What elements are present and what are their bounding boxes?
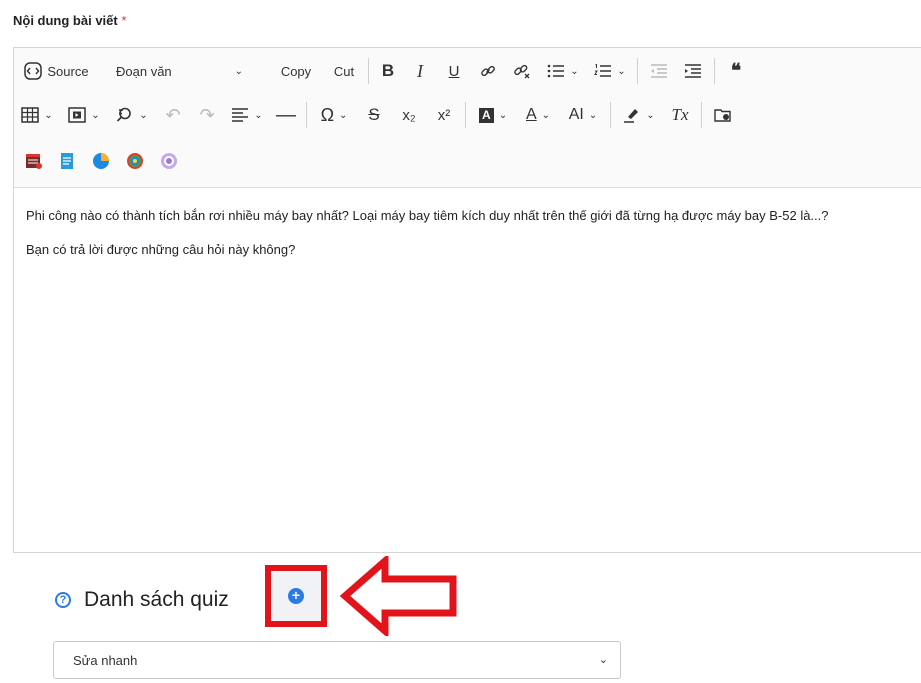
media-embed-icon — [68, 107, 87, 123]
content-paragraph: Phi công nào có thành tích bắn rơi nhiều… — [26, 208, 829, 223]
font-color-button[interactable]: A ⌄ — [516, 100, 560, 130]
editor-toolbar: Source Đoạn văn ⌄ Copy Cut B I U ⌄ ⌄ ❝ ⌄… — [14, 48, 921, 188]
font-size-icon: AI — [568, 106, 584, 123]
copy-button[interactable]: Copy — [268, 56, 324, 86]
table-button[interactable]: ⌄ — [14, 100, 60, 130]
highlight-button[interactable]: ⌄ — [615, 100, 663, 130]
chevron-down-icon: ⌄ — [254, 109, 263, 121]
chevron-down-icon: ⌄ — [339, 109, 348, 121]
unlink-icon — [514, 64, 530, 79]
chevron-down-icon: ⌄ — [570, 65, 579, 77]
video-clip-icon — [26, 154, 42, 169]
bold-button[interactable]: B — [373, 56, 403, 86]
italic-button[interactable]: I — [403, 56, 437, 86]
outdent-icon — [651, 64, 667, 78]
add-quiz-button[interactable]: + — [265, 565, 327, 627]
plus-circle-icon: + — [288, 588, 304, 604]
unlink-button[interactable] — [505, 56, 539, 86]
toolbar-row-3 — [14, 140, 186, 182]
image-manager-icon — [714, 109, 731, 122]
quick-edit-select-value: Sửa nhanh — [73, 652, 138, 668]
content-paragraph: Bạn có trả lời được những câu hỏi này kh… — [26, 242, 296, 257]
media-embed-button[interactable]: ⌄ — [60, 100, 108, 130]
blockquote-button[interactable]: ❝ — [719, 56, 753, 86]
field-label: Nội dung bài viết * — [13, 13, 126, 28]
find-replace-button[interactable]: ⌄ — [108, 100, 156, 130]
quiz-header: ? Danh sách quiz — [55, 585, 229, 615]
toolbar-separator — [610, 102, 611, 128]
plugin-document-button[interactable] — [50, 146, 84, 176]
underline-button[interactable]: U — [437, 56, 471, 86]
link-icon — [481, 65, 495, 77]
document-icon — [61, 153, 73, 169]
toolbar-row-2: ⌄ ⌄ ⌄ ↶ ↷ ⌄ — Ω ⌄ S x₂ x² A ⌄ A ⌄ AI ⌄ ⌄… — [14, 94, 740, 136]
align-left-icon — [232, 108, 249, 122]
plugin-video-button[interactable] — [18, 146, 50, 176]
source-icon — [24, 62, 43, 80]
highlighter-icon — [624, 109, 639, 123]
toolbar-separator — [465, 102, 466, 128]
toolbar-separator — [368, 58, 369, 84]
numbered-list-button[interactable]: ⌄ — [587, 56, 633, 86]
undo-button[interactable]: ↶ — [156, 100, 190, 130]
paragraph-format-label: Đoạn văn — [116, 63, 172, 79]
source-button[interactable]: Source — [14, 56, 98, 86]
font-color-icon: A — [525, 106, 537, 123]
required-mark: * — [121, 13, 127, 28]
chevron-down-icon: ⌄ — [541, 109, 551, 121]
subscript-button[interactable]: x₂ — [391, 100, 427, 130]
chevron-down-icon: ⌄ — [598, 654, 608, 666]
redo-button[interactable]: ↷ — [190, 100, 224, 130]
help-icon[interactable]: ? — [55, 592, 71, 608]
plugin-chart-button[interactable] — [84, 146, 118, 176]
link-button[interactable] — [471, 56, 505, 86]
chevron-down-icon: ⌄ — [588, 109, 598, 121]
chevron-down-icon: ⌄ — [617, 65, 626, 77]
find-replace-icon — [117, 107, 132, 122]
cut-button[interactable]: Cut — [324, 56, 364, 86]
background-color-icon: A — [478, 107, 494, 123]
source-label: Source — [47, 63, 89, 79]
poll-icon — [161, 153, 177, 169]
plugin-poll-button[interactable] — [152, 146, 186, 176]
ckfinder-button[interactable] — [706, 100, 740, 130]
toolbar-separator — [701, 102, 702, 128]
chevron-down-icon: ⌄ — [498, 109, 508, 121]
toolbar-row-1: Source Đoạn văn ⌄ Copy Cut B I U ⌄ ⌄ ❝ — [14, 50, 753, 92]
background-color-button[interactable]: A ⌄ — [470, 100, 516, 130]
quick-edit-select[interactable]: Sửa nhanh ⌄ — [53, 641, 621, 679]
bulleted-list-icon — [547, 64, 565, 78]
chevron-down-icon: ⌄ — [139, 109, 148, 121]
toolbar-separator — [637, 58, 638, 84]
pie-chart-icon — [93, 153, 109, 169]
strikethrough-button[interactable]: S — [357, 100, 391, 130]
indent-icon — [685, 64, 701, 78]
toolbar-separator — [714, 58, 715, 84]
remove-format-button[interactable]: Tx — [663, 100, 697, 130]
toolbar-separator — [306, 102, 307, 128]
numbered-list-icon — [594, 64, 612, 77]
chevron-down-icon: ⌄ — [646, 109, 655, 121]
paragraph-format-dropdown[interactable]: Đoạn văn ⌄ — [98, 56, 268, 86]
annotation-arrow-icon — [340, 556, 457, 636]
survey-icon — [127, 153, 143, 169]
editor-content-area[interactable]: Phi công nào có thành tích bắn rơi nhiều… — [14, 188, 921, 552]
field-label-text: Nội dung bài viết — [13, 13, 118, 28]
special-characters-button[interactable]: Ω ⌄ — [311, 100, 357, 130]
chevron-down-icon: ⌄ — [44, 109, 53, 121]
align-button[interactable]: ⌄ — [224, 100, 270, 130]
omega-icon: Ω — [320, 104, 335, 125]
chevron-down-icon: ⌄ — [91, 109, 100, 121]
table-icon — [21, 107, 40, 123]
rich-text-editor: Source Đoạn văn ⌄ Copy Cut B I U ⌄ ⌄ ❝ ⌄… — [13, 47, 921, 553]
chevron-down-icon: ⌄ — [234, 65, 244, 77]
quiz-list-title: Danh sách quiz — [84, 588, 229, 611]
indent-button[interactable] — [676, 56, 710, 86]
horizontal-line-button[interactable]: — — [270, 100, 302, 130]
font-size-button[interactable]: AI ⌄ — [560, 100, 606, 130]
superscript-button[interactable]: x² — [427, 100, 461, 130]
bulleted-list-button[interactable]: ⌄ — [539, 56, 587, 86]
outdent-button[interactable] — [642, 56, 676, 86]
plugin-survey-button[interactable] — [118, 146, 152, 176]
